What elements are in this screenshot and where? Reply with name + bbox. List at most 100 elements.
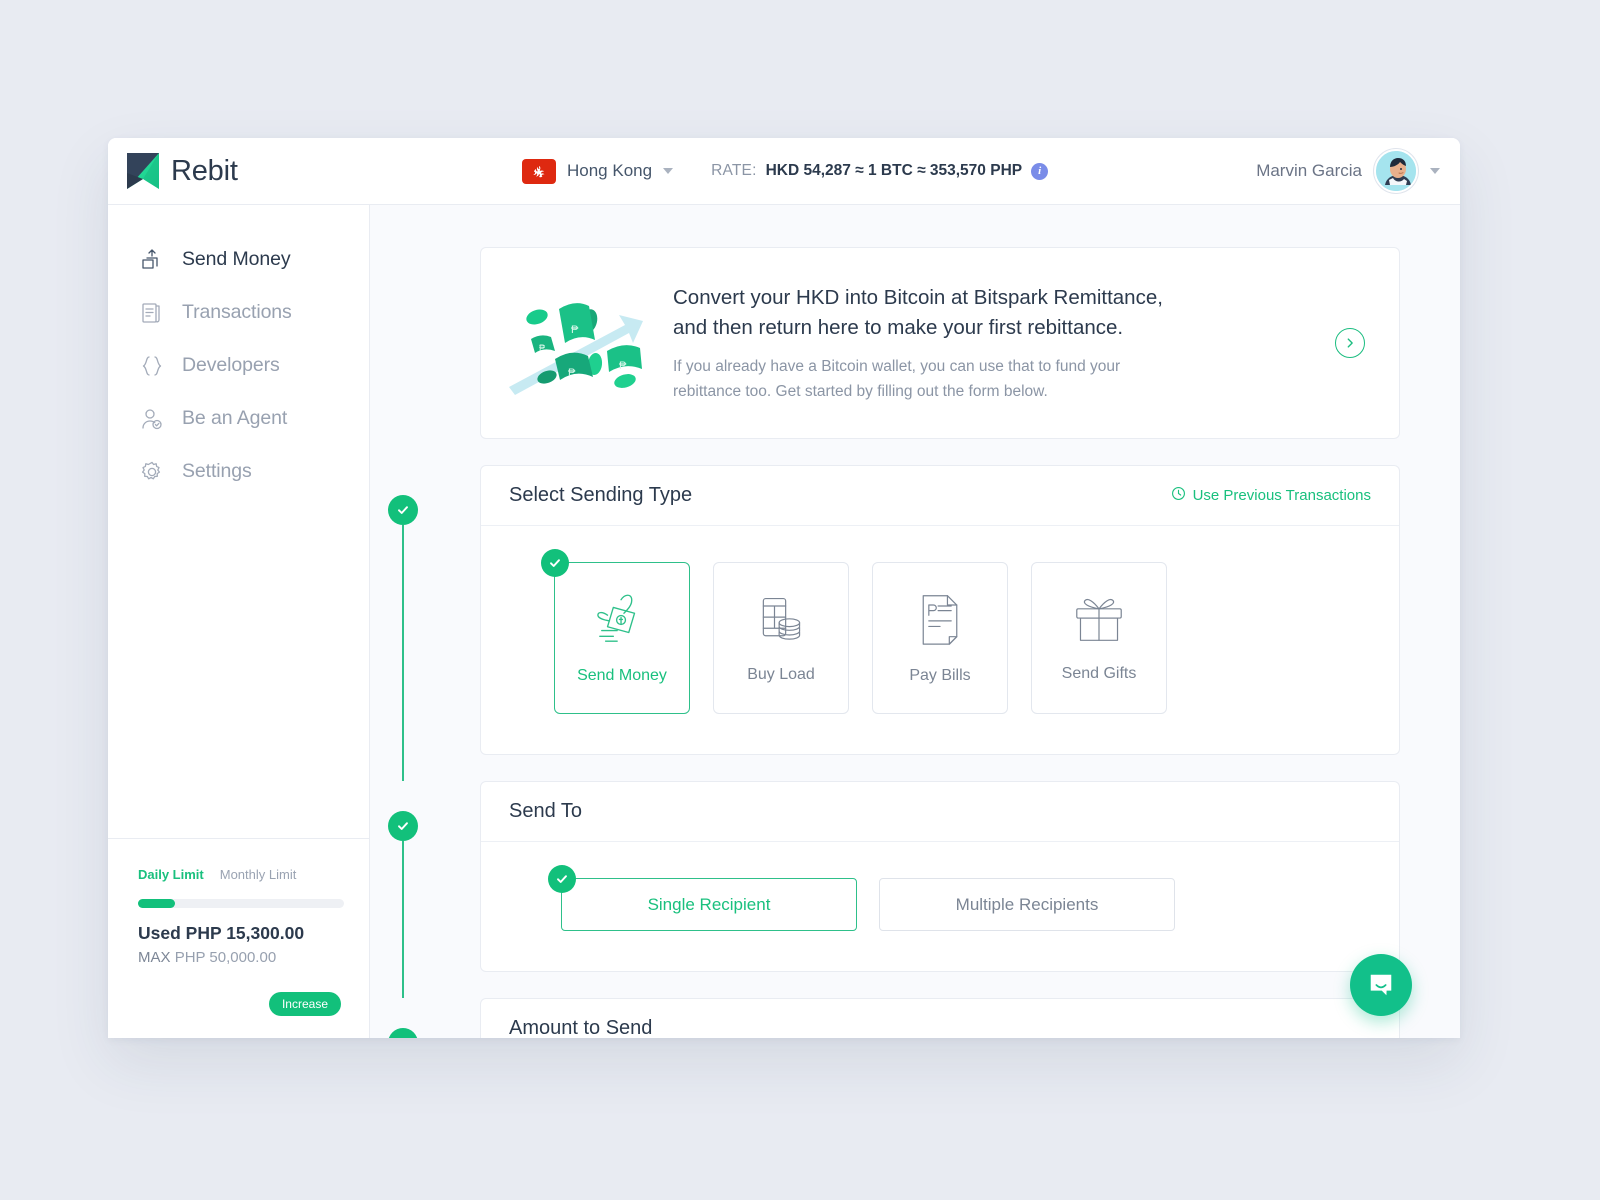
use-previous-transactions-label: Use Previous Transactions bbox=[1192, 487, 1371, 504]
card-body: Single Recipient Multiple Recipients bbox=[481, 842, 1399, 971]
sidebar-item-label: Developers bbox=[182, 354, 280, 376]
card-header: Amount to Send bbox=[481, 999, 1399, 1038]
limit-used-label: Used bbox=[138, 923, 181, 943]
check-icon bbox=[541, 549, 569, 577]
chevron-down-icon[interactable] bbox=[1430, 168, 1440, 174]
banner-title: Convert your HKD into Bitcoin at Bitspar… bbox=[673, 283, 1317, 343]
gift-box-icon bbox=[1071, 594, 1127, 649]
card-title: Amount to Send bbox=[509, 1017, 653, 1038]
bill-document-icon bbox=[915, 592, 965, 651]
exchange-rate: RATE: HKD 54,287 ≈ 1 BTC ≈ 353,570 PHP i bbox=[711, 162, 1049, 180]
recipient-options: Single Recipient Multiple Recipients bbox=[509, 865, 1371, 931]
sidebar-item-be-an-agent[interactable]: Be an Agent bbox=[108, 392, 369, 445]
limit-used-value: PHP 15,300.00 bbox=[185, 923, 305, 943]
limit-max-line: MAX PHP 50,000.00 bbox=[138, 949, 339, 966]
banner-sub-line2: rebittance too. Get started by filling o… bbox=[673, 382, 1048, 400]
limit-max-value: PHP 50,000.00 bbox=[174, 949, 277, 966]
banner-text: Convert your HKD into Bitcoin at Bitspar… bbox=[673, 283, 1317, 404]
svg-text:₱: ₱ bbox=[568, 367, 576, 379]
option-single-recipient[interactable]: Single Recipient bbox=[548, 865, 857, 931]
step-amount-to-send: Amount to Send bbox=[388, 998, 1400, 1038]
svg-text:₱: ₱ bbox=[619, 360, 627, 372]
info-icon[interactable]: i bbox=[1031, 162, 1049, 180]
user-menu[interactable]: Marvin Garcia bbox=[1256, 149, 1460, 193]
card-header: Select Sending Type Use Previous Transac… bbox=[481, 466, 1399, 526]
rebit-bookmark-logo-icon bbox=[126, 152, 160, 190]
tab-daily-limit[interactable]: Daily Limit bbox=[138, 867, 204, 882]
tile-send-money[interactable]: Send Money bbox=[541, 549, 690, 714]
limit-progress-bar bbox=[138, 899, 344, 908]
option-label: Single Recipient bbox=[647, 894, 771, 914]
svg-text:₱: ₱ bbox=[539, 343, 545, 353]
chevron-right-icon[interactable] bbox=[1335, 328, 1365, 358]
user-name: Marvin Garcia bbox=[1256, 161, 1362, 180]
gear-icon bbox=[138, 458, 166, 486]
topbar-center: Hong Kong RATE: HKD 54,287 ≈ 1 BTC ≈ 353… bbox=[522, 158, 1049, 184]
limit-progress-fill bbox=[138, 899, 176, 908]
phone-coins-icon bbox=[754, 593, 808, 650]
card-header: Send To bbox=[481, 782, 1399, 842]
svg-text:₱: ₱ bbox=[571, 324, 579, 336]
step-connector-line bbox=[402, 525, 404, 781]
amount-to-send-card: Amount to Send bbox=[480, 998, 1400, 1038]
banner-sub-line1: If you already have a Bitcoin wallet, yo… bbox=[673, 357, 1121, 375]
sidebar-item-label: Send Money bbox=[182, 248, 291, 270]
hand-holding-money-icon bbox=[592, 592, 652, 651]
steps: Select Sending Type Use Previous Transac… bbox=[388, 465, 1400, 1038]
tile-label: Pay Bills bbox=[909, 666, 971, 684]
clock-icon bbox=[1171, 486, 1186, 505]
rate-label: RATE: bbox=[711, 162, 757, 179]
main-content: ₱ ₱ ₱ ₱ Convert your HKD into Bitcoin at… bbox=[370, 205, 1460, 1038]
option-multiple-recipients[interactable]: Multiple Recipients bbox=[879, 878, 1175, 931]
sidebar-nav: Send Money Transactions Developers Be an… bbox=[108, 205, 369, 498]
avatar[interactable] bbox=[1374, 149, 1418, 193]
transactions-icon bbox=[138, 299, 166, 327]
body: Send Money Transactions Developers Be an… bbox=[108, 205, 1460, 1038]
chat-bubble-smile-icon[interactable] bbox=[1350, 954, 1412, 1016]
sidebar-item-label: Transactions bbox=[182, 301, 292, 323]
step-select-sending-type: Select Sending Type Use Previous Transac… bbox=[388, 465, 1400, 781]
send-to-card: Send To Single Recipient Multiple Recipi… bbox=[480, 781, 1400, 972]
screen: Rebit Hong Kong RATE: HKD 54,287 ≈ 1 BTC… bbox=[0, 0, 1600, 1200]
promo-banner: ₱ ₱ ₱ ₱ Convert your HKD into Bitcoin at… bbox=[480, 247, 1400, 439]
tile-label: Buy Load bbox=[747, 665, 815, 683]
banner-title-line2: and then return here to make your first … bbox=[673, 315, 1124, 339]
tile-buy-load[interactable]: Buy Load bbox=[713, 562, 849, 714]
money-flying-arrow-illustration-icon: ₱ ₱ ₱ ₱ bbox=[507, 291, 647, 395]
country-name[interactable]: Hong Kong bbox=[567, 161, 652, 181]
check-icon bbox=[388, 811, 418, 841]
brand-name: Rebit bbox=[171, 154, 238, 187]
option-label: Multiple Recipients bbox=[955, 894, 1099, 914]
sidebar-item-developers[interactable]: Developers bbox=[108, 339, 369, 392]
rate-value: HKD 54,287 ≈ 1 BTC ≈ 353,570 PHP bbox=[765, 162, 1023, 179]
sidebar-item-send-money[interactable]: Send Money bbox=[108, 233, 369, 286]
limit-tabs: Daily Limit Monthly Limit bbox=[138, 867, 339, 882]
check-icon bbox=[548, 865, 576, 893]
tile-send-gifts[interactable]: Send Gifts bbox=[1031, 562, 1167, 714]
sidebar-item-transactions[interactable]: Transactions bbox=[108, 286, 369, 339]
tile-pay-bills[interactable]: Pay Bills bbox=[872, 562, 1008, 714]
check-icon bbox=[388, 495, 418, 525]
use-previous-transactions-link[interactable]: Use Previous Transactions bbox=[1171, 486, 1371, 505]
sidebar-item-label: Settings bbox=[182, 460, 252, 482]
limit-max-label: MAX bbox=[138, 949, 171, 966]
sidebar-item-label: Be an Agent bbox=[182, 407, 288, 429]
limit-used-line: Used PHP 15,300.00 bbox=[138, 923, 339, 944]
tile-label: Send Gifts bbox=[1061, 664, 1137, 682]
app-window: Rebit Hong Kong RATE: HKD 54,287 ≈ 1 BTC… bbox=[108, 138, 1460, 1038]
sending-type-tiles: Send Money Buy Load Pay Bills Send Gifts bbox=[509, 549, 1371, 714]
send-money-icon bbox=[138, 246, 166, 274]
chevron-down-icon[interactable] bbox=[663, 168, 674, 174]
increase-limit-button[interactable]: Increase bbox=[268, 992, 341, 1016]
step-send-to: Send To Single Recipient Multiple Recipi… bbox=[388, 781, 1400, 998]
brand-logo[interactable]: Rebit bbox=[108, 152, 370, 190]
sidebar-item-settings[interactable]: Settings bbox=[108, 445, 369, 498]
sending-type-card: Select Sending Type Use Previous Transac… bbox=[480, 465, 1400, 755]
developers-braces-icon bbox=[138, 352, 166, 380]
be-an-agent-icon bbox=[138, 405, 166, 433]
tile-label: Send Money bbox=[577, 666, 667, 684]
step-connector-line bbox=[402, 841, 404, 998]
banner-title-line1: Convert your HKD into Bitcoin at Bitspar… bbox=[673, 285, 1163, 309]
tab-monthly-limit[interactable]: Monthly Limit bbox=[220, 867, 297, 882]
card-body: Send Money Buy Load Pay Bills Send Gifts bbox=[481, 526, 1399, 754]
